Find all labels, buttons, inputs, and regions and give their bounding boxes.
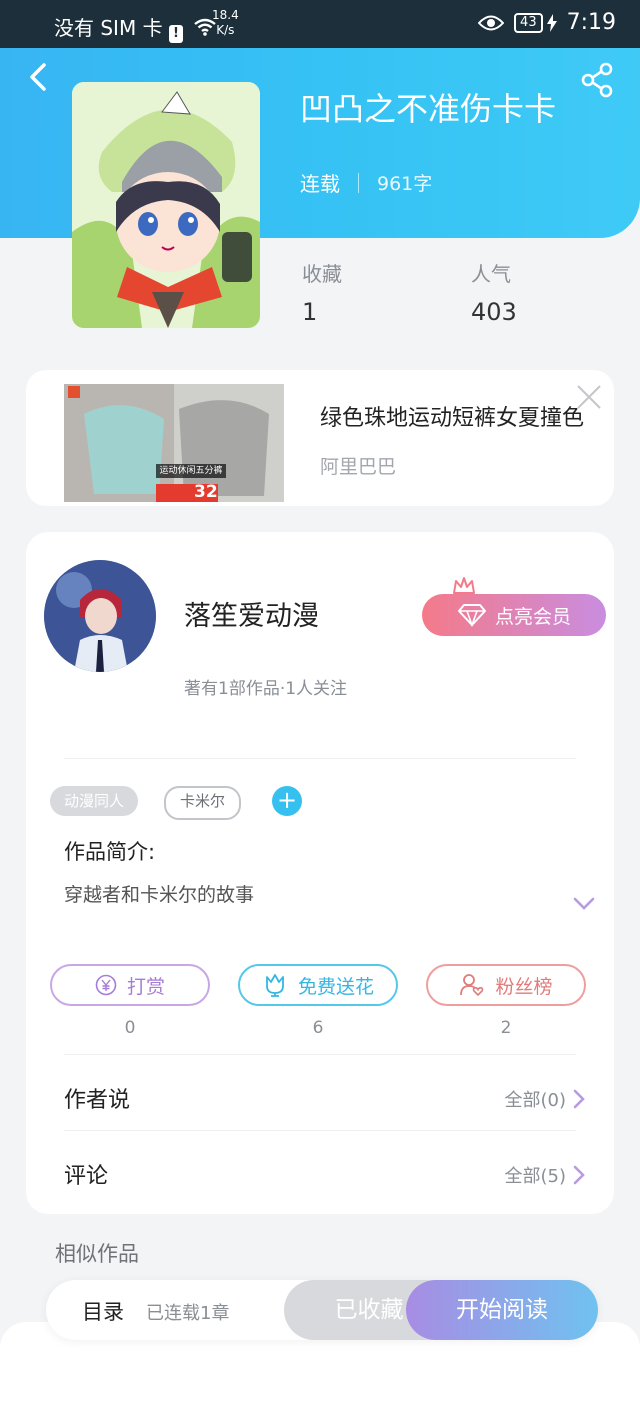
tag-chip[interactable]: 卡米尔 — [164, 786, 242, 820]
ad-banner[interactable]: 运动休闲五分裤 32 绿色珠地运动短裤女夏撞色 阿里巴巴 — [26, 370, 614, 506]
author-name[interactable]: 落笙爱动漫 — [184, 594, 319, 633]
clock: 7:19 — [566, 10, 616, 35]
divider — [64, 1054, 576, 1055]
favorites-label: 收藏 — [302, 262, 342, 286]
eye-icon — [478, 15, 505, 30]
comments-row[interactable]: 评论 全部(5) — [26, 1138, 614, 1206]
send-flower-button[interactable]: 免费送花 — [238, 964, 398, 1006]
popularity-label: 人气 — [471, 262, 511, 286]
share-icon[interactable] — [578, 60, 618, 100]
similar-works-heading: 相似作品 — [55, 1242, 139, 1266]
bottom-action-bar: 目录 已连载1章 已收藏 开始阅读 — [46, 1280, 598, 1340]
back-arrow-icon[interactable] — [24, 62, 54, 92]
cover-illustration — [72, 82, 260, 328]
ad-image-caption: 运动休闲五分裤 — [159, 466, 223, 476]
crown-icon — [453, 577, 475, 594]
speed-value: 18.4 — [212, 8, 239, 22]
speed-unit: K/s — [216, 23, 235, 37]
favorites-value: 1 — [302, 298, 318, 326]
book-cover[interactable] — [72, 82, 260, 328]
divider — [64, 758, 576, 759]
status-divider — [358, 172, 359, 193]
status-right: 43 7:19 — [478, 10, 616, 35]
ad-image-price: 32 — [194, 482, 218, 502]
carrier-label: 没有 SIM 卡 — [54, 16, 163, 40]
battery-indicator: 43 — [514, 12, 543, 33]
book-status-line: 连载 961字 — [300, 168, 432, 197]
reward-count: 0 — [124, 1018, 136, 1038]
flower-count: 6 — [312, 1018, 324, 1038]
sim-alert-icon: ! — [168, 25, 183, 43]
charging-icon — [546, 13, 557, 32]
comments-count: 全部(5) — [504, 1166, 567, 1187]
tag-chip[interactable]: 动漫同人 — [50, 786, 139, 816]
fans-label: 粉丝榜 — [495, 975, 553, 998]
avatar-illustration — [44, 560, 156, 672]
toc-button[interactable]: 目录 — [82, 1296, 124, 1326]
carrier-text: 没有 SIM 卡 ! — [54, 12, 217, 43]
status-bar: 没有 SIM 卡 ! 18.4 K/s 43 7:19 — [0, 0, 640, 48]
start-reading-button[interactable]: 开始阅读 — [406, 1280, 598, 1340]
author-says-label: 作者说 — [64, 1088, 131, 1113]
flower-icon — [266, 974, 284, 997]
author-avatar[interactable] — [44, 560, 156, 672]
chevron-right-icon — [573, 1165, 585, 1185]
divider — [64, 1130, 576, 1131]
author-meta: 著有1部作品·1人关注 — [184, 679, 348, 699]
author-says-link[interactable]: 全部(0) — [505, 1086, 587, 1112]
fans-count: 2 — [500, 1018, 512, 1038]
author-says-row[interactable]: 作者说 全部(0) — [26, 1062, 614, 1130]
author-says-count: 全部(0) — [504, 1090, 567, 1111]
comments-link[interactable]: 全部(5) — [505, 1162, 587, 1188]
diamond-icon — [457, 604, 486, 627]
reward-label: 打赏 — [126, 975, 165, 998]
comments-label: 评论 — [64, 1164, 109, 1189]
ad-title[interactable]: 绿色珠地运动短裤女夏撞色 — [320, 400, 584, 432]
popularity-value: 403 — [471, 298, 517, 326]
vip-button-label: 点亮会员 — [494, 605, 571, 628]
intro-text: 穿越者和卡米尔的故事 — [64, 884, 255, 906]
ad-product-photo — [64, 384, 284, 502]
vip-button[interactable]: 点亮会员 — [422, 594, 606, 636]
word-count: 961字 — [377, 173, 433, 195]
book-title: 凹凸之不准伤卡卡 — [300, 90, 557, 128]
yuan-coin-icon — [95, 974, 117, 996]
chevron-right-icon — [573, 1089, 585, 1109]
user-heart-icon — [460, 974, 484, 997]
chapter-count: 已连载1章 — [146, 1303, 230, 1324]
reward-button[interactable]: 打赏 — [50, 964, 210, 1006]
add-tag-button[interactable]: + — [272, 786, 302, 816]
intro-label: 作品简介: — [64, 840, 156, 864]
author-card: 落笙爱动漫 点亮会员 著有1部作品·1人关注 动漫同人 卡米尔 + 作品简介: … — [26, 532, 614, 1214]
close-icon[interactable] — [574, 382, 604, 412]
serial-status: 连载 — [300, 172, 340, 196]
ad-image[interactable]: 运动休闲五分裤 32 — [64, 384, 284, 502]
flower-label: 免费送花 — [297, 975, 374, 998]
fan-ranking-button[interactable]: 粉丝榜 — [426, 964, 586, 1006]
ad-source: 阿里巴巴 — [320, 456, 397, 478]
network-speed: 18.4 K/s — [212, 8, 239, 38]
chevron-down-icon[interactable] — [572, 896, 596, 912]
